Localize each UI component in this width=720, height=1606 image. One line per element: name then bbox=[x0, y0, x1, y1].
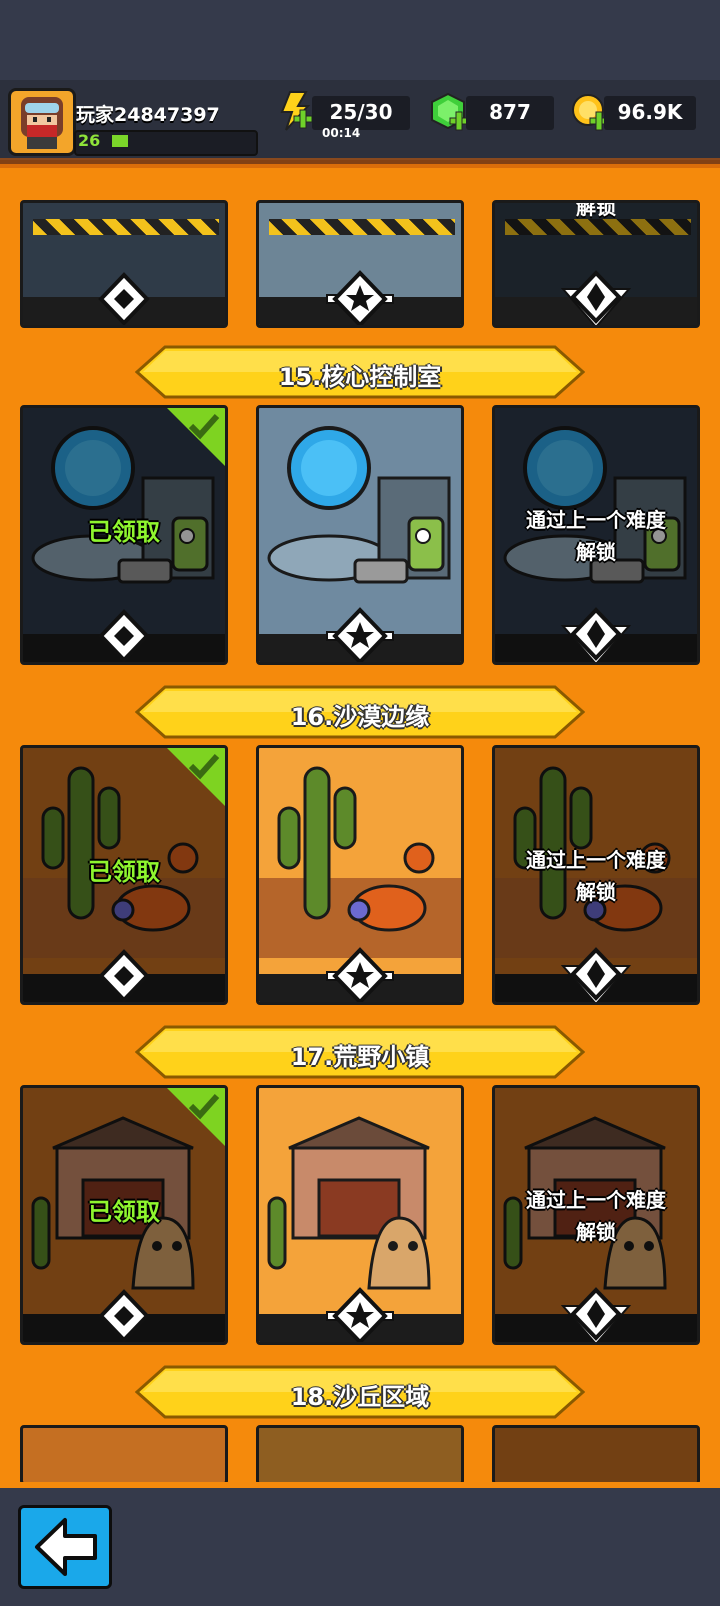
difficulty-normal-icon bbox=[326, 607, 394, 662]
stage-banner: 18.沙丘区域 bbox=[134, 1365, 586, 1419]
stage-title: 18.沙丘区域 bbox=[290, 1383, 430, 1411]
energy-timer: 00:14 bbox=[322, 126, 361, 140]
difficulty-hard-icon bbox=[561, 1287, 631, 1342]
locked-label-line1: 通过上一个难度 bbox=[526, 508, 666, 532]
gems-value: 877 bbox=[489, 100, 531, 124]
stage-card-easy[interactable]: 已领取 bbox=[20, 745, 228, 1005]
stage14-card-hard[interactable]: 解锁 bbox=[492, 200, 700, 328]
claimed-label: 已领取 bbox=[88, 518, 160, 546]
locked-label-line2: 解锁 bbox=[576, 1220, 616, 1244]
difficulty-easy-icon bbox=[98, 949, 150, 1002]
stage-card-easy[interactable]: 已领取 bbox=[20, 405, 228, 665]
locked-label: 通过上一个难度 解锁 bbox=[495, 1184, 697, 1248]
difficulty-normal-icon bbox=[326, 947, 394, 1002]
difficulty-hard-icon bbox=[561, 947, 631, 1002]
checkmark-icon bbox=[188, 1093, 220, 1120]
claimed-label: 已领取 bbox=[88, 1198, 160, 1226]
player-avatar[interactable] bbox=[8, 88, 76, 156]
stage-title: 16.沙漠边缘 bbox=[290, 703, 430, 731]
stage14-card-easy[interactable] bbox=[20, 200, 228, 328]
coins-value: 96.9K bbox=[617, 100, 683, 124]
difficulty-normal-icon bbox=[326, 270, 394, 325]
stage-card-easy[interactable] bbox=[20, 1425, 228, 1485]
energy-value: 25/30 bbox=[329, 100, 393, 124]
claimed-label: 已领取 bbox=[88, 858, 160, 886]
checkmark-icon bbox=[188, 413, 220, 440]
stage-card-easy[interactable]: 已领取 bbox=[20, 1085, 228, 1345]
status-area bbox=[0, 0, 720, 80]
stage-card-normal[interactable] bbox=[256, 1425, 464, 1485]
player-level: 26 bbox=[78, 131, 101, 150]
stage-card-hard[interactable]: 通过上一个难度 解锁 bbox=[492, 1085, 700, 1345]
stage-card-hard[interactable] bbox=[492, 1425, 700, 1485]
stage14-card-normal[interactable] bbox=[256, 200, 464, 328]
stage-banner: 17.荒野小镇 bbox=[134, 1025, 586, 1079]
locked-label-line1: 通过上一个难度 bbox=[526, 1188, 666, 1212]
stage-card-normal[interactable] bbox=[256, 405, 464, 665]
hazard-stripe bbox=[269, 219, 455, 235]
locked-label-line2: 解锁 bbox=[576, 540, 616, 564]
stage-banner: 16.沙漠边缘 bbox=[134, 685, 586, 739]
difficulty-hard-icon bbox=[561, 270, 631, 325]
difficulty-hard-icon bbox=[561, 607, 631, 662]
difficulty-easy-icon bbox=[98, 272, 150, 325]
difficulty-easy-icon bbox=[98, 1289, 150, 1342]
locked-label-line2: 解锁 bbox=[576, 880, 616, 904]
locked-label: 通过上一个难度 解锁 bbox=[495, 504, 697, 568]
stage-card-normal[interactable] bbox=[256, 1085, 464, 1345]
difficulty-easy-icon bbox=[98, 609, 150, 662]
hazard-stripe bbox=[33, 219, 219, 235]
stage-card-normal[interactable] bbox=[256, 745, 464, 1005]
card-shade bbox=[495, 1428, 697, 1482]
locked-label: 通过上一个难度 解锁 bbox=[495, 844, 697, 908]
xp-bar bbox=[74, 130, 258, 156]
xp-bar-fill bbox=[112, 135, 128, 147]
player-name: 玩家24847397 bbox=[76, 104, 220, 126]
stage-title: 15.核心控制室 bbox=[278, 363, 442, 391]
stage-title: 17.荒野小镇 bbox=[290, 1043, 430, 1071]
hud-shadow bbox=[0, 158, 720, 168]
stage-card-hard[interactable]: 通过上一个难度 解锁 bbox=[492, 405, 700, 665]
stage-card-hard[interactable]: 通过上一个难度 解锁 bbox=[492, 745, 700, 1005]
avatar-face-icon bbox=[21, 97, 63, 149]
stage-banner: 15.核心控制室 bbox=[134, 345, 586, 399]
card-shade bbox=[259, 1428, 461, 1482]
back-button[interactable] bbox=[18, 1505, 112, 1589]
locked-label-line1: 通过上一个难度 bbox=[526, 848, 666, 872]
back-arrow-icon bbox=[35, 1518, 97, 1576]
checkmark-icon bbox=[188, 753, 220, 780]
lightning-plus-icon[interactable] bbox=[276, 90, 316, 134]
locked-text-partial: 解锁 bbox=[576, 200, 616, 219]
difficulty-normal-icon bbox=[326, 1287, 394, 1342]
